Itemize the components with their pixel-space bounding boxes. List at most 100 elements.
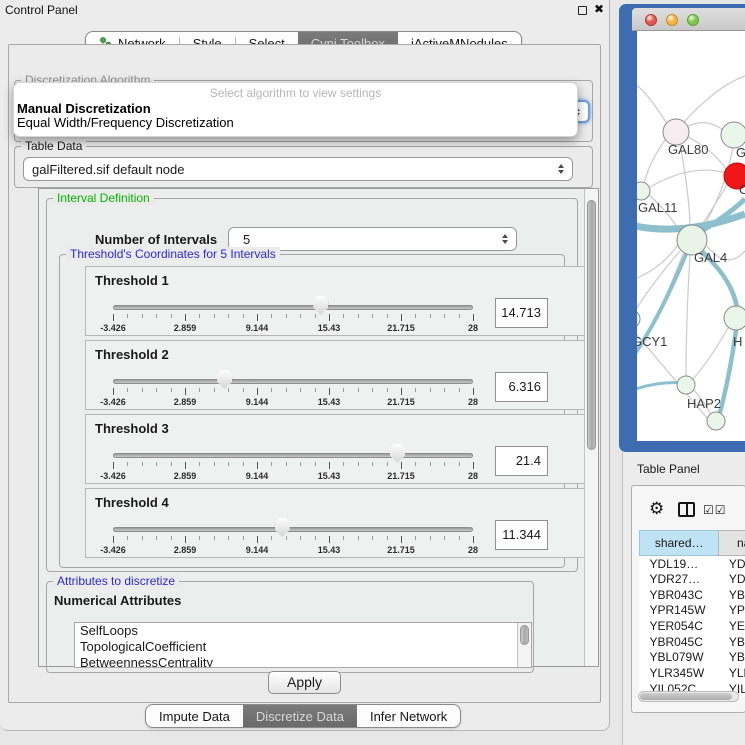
slider-scale-labels: -3.4262.8599.14415.4321.71528 [113,397,473,409]
network-node-label: GCY1 [637,334,667,349]
network-node[interactable] [637,182,650,200]
control-panel-window: Control Panel ✖ NetworkStyleSelectCyni T… [0,0,610,731]
network-node-label: GAL11 [638,200,678,215]
node-table-card: ⚙ ☑☑ shared…na YDL19…YDL1YDR27…YDR2YBR04… [631,485,745,713]
slider-thumb[interactable] [217,370,232,389]
algorithm-popup-item[interactable]: Manual Discretization [14,102,577,116]
close-icon[interactable]: ✖ [594,2,604,16]
slider-scale-labels: -3.4262.8599.14415.4321.71528 [113,471,473,483]
control-panel-titlebar: Control Panel ✖ [0,0,610,19]
table-data-combobox[interactable]: galFiltered.sif default node [23,157,573,181]
slider-track[interactable] [113,453,473,458]
slider-scale-labels: -3.4262.8599.14415.4321.71528 [113,545,473,557]
network-view-window: GAL80 GA C GAL11 GAL4 GCY1 H HAP2 [619,4,745,452]
slider-track[interactable] [113,305,473,310]
attribute-list-item[interactable]: TopologicalCoefficient [75,639,531,655]
threshold-value-field[interactable]: 11.344 [495,520,548,550]
slider-thumb[interactable] [275,518,290,537]
network-node-label: C [739,182,745,197]
attributes-group: Attributes to discretize Numerical Attri… [46,581,534,673]
algorithm-popup-hint: Select algorithm to view settings [14,86,577,102]
thresholds-group-title: Threshold's Coordinates for 5 Intervals [66,247,280,261]
network-node-label: GAL80 [668,142,708,157]
slider-ticks [113,536,473,544]
float-window-icon[interactable] [578,6,587,15]
network-node-label: HAP2 [687,396,721,411]
slider-scale-labels: -3.4262.8599.14415.4321.71528 [113,323,473,335]
mac-close-button[interactable] [645,14,657,26]
attribute-list-item[interactable]: SelfLoops [75,623,531,639]
slider-track[interactable] [113,527,473,532]
network-node-label: H [733,334,742,349]
bottom-tab-bar: Impute DataDiscretize DataInfer Network [145,704,461,728]
table-panel-dock: Table Panel ⚙ ☑☑ shared…na YDL19…YDL1YDR… [622,452,745,745]
network-node[interactable] [637,310,640,328]
apply-button[interactable]: Apply [268,671,341,694]
numerical-attributes-list[interactable]: SelfLoopsTopologicalCoefficientBetweenne… [74,622,532,668]
table-row[interactable]: YER054CYER0 [640,618,745,634]
table-row[interactable]: YBR043CYBR0 [640,587,745,603]
table-panel-title: Table Panel [637,462,700,476]
table-data-group: Table Data galFiltered.sif default node [14,146,593,188]
table-row[interactable]: YBR045CYBR0 [640,634,745,650]
settings-scroll-pane: Interval Definition Number of Intervals … [38,188,599,667]
table-column-header[interactable]: shared… [640,531,719,556]
table-row[interactable]: YDL19…YDL1 [640,556,745,572]
window-title: Control Panel [5,3,78,17]
network-node[interactable] [677,376,695,394]
slider-thumb[interactable] [313,296,328,315]
threshold-value-field[interactable]: 14.713 [495,298,548,328]
number-of-intervals-value: 5 [229,232,502,247]
threshold-slider[interactable]: -3.4262.8599.14415.4321.71528 [113,341,473,411]
tab-infer-network[interactable]: Infer Network [357,705,460,727]
slider-ticks [113,388,473,396]
threshold-box: Threshold 1-3.4262.8599.14415.4321.71528… [85,266,593,336]
attributes-group-title: Attributes to discretize [53,574,179,588]
checkbox-icons[interactable]: ☑☑ [703,503,727,517]
table-column-header[interactable]: na [719,531,745,556]
network-node-label: GA [736,145,745,160]
network-node-label: GAL4 [694,250,727,265]
gear-icon[interactable]: ⚙ [649,499,664,519]
slider-ticks [113,314,473,322]
algorithm-dropdown-popup: Select algorithm to view settings Manual… [13,82,578,137]
mac-zoom-button[interactable] [687,14,699,26]
table-data-combobox-value: galFiltered.sif default node [24,162,558,177]
algorithm-popup-item[interactable]: Equal Width/Frequency Discretization [14,116,577,130]
slider-track[interactable] [113,379,473,384]
split-view-icon[interactable] [678,502,695,517]
number-of-intervals-label: Number of Intervals [95,232,217,247]
threshold-slider[interactable]: -3.4262.8599.14415.4321.71528 [113,489,473,559]
slider-thumb[interactable] [390,444,405,463]
slider-ticks [113,462,473,470]
network-canvas[interactable]: GAL80 GA C GAL11 GAL4 GCY1 H HAP2 [637,31,745,441]
attribute-list-item[interactable]: BetweennessCentrality [75,655,531,668]
spinner-arrows-icon [502,234,508,244]
combo-arrows-icon [558,164,564,174]
numerical-attributes-label: Numerical Attributes [54,593,181,608]
threshold-box: Threshold 3-3.4262.8599.14415.4321.71528… [85,414,593,484]
table-row[interactable]: YDR27…YDR2 [640,571,745,587]
table-data-group-title: Table Data [21,139,86,153]
threshold-value-field[interactable]: 21.4 [495,446,548,476]
tab-impute-data[interactable]: Impute Data [146,705,243,727]
tab-discretize-data[interactable]: Discretize Data [243,705,357,727]
table-horizontal-scrollbar[interactable] [638,691,739,702]
node-table[interactable]: shared…na YDL19…YDL1YDR27…YDR2YBR043CYBR… [639,530,745,697]
threshold-slider[interactable]: -3.4262.8599.14415.4321.71528 [113,267,473,337]
threshold-slider[interactable]: -3.4262.8599.14415.4321.71528 [113,415,473,485]
mac-minimize-button[interactable] [666,14,678,26]
network-window-titlebar[interactable] [632,8,745,31]
table-row[interactable]: YPR145WYPR1 [640,603,745,619]
interval-definition-group-title: Interval Definition [53,191,154,205]
attributes-list-scrollbar[interactable] [517,623,531,667]
threshold-box: Threshold 2-3.4262.8599.14415.4321.71528… [85,340,593,410]
thresholds-group: Threshold's Coordinates for 5 Intervals … [59,254,565,568]
table-row[interactable]: YLR345WYLR3 [640,665,745,681]
threshold-value-field[interactable]: 6.316 [495,372,548,402]
network-node[interactable] [724,306,745,330]
network-node[interactable] [707,412,725,430]
threshold-box: Threshold 4-3.4262.8599.14415.4321.71528… [85,488,593,558]
settings-scrollbar[interactable] [584,189,598,666]
table-row[interactable]: YBL079WYBL0 [640,650,745,666]
